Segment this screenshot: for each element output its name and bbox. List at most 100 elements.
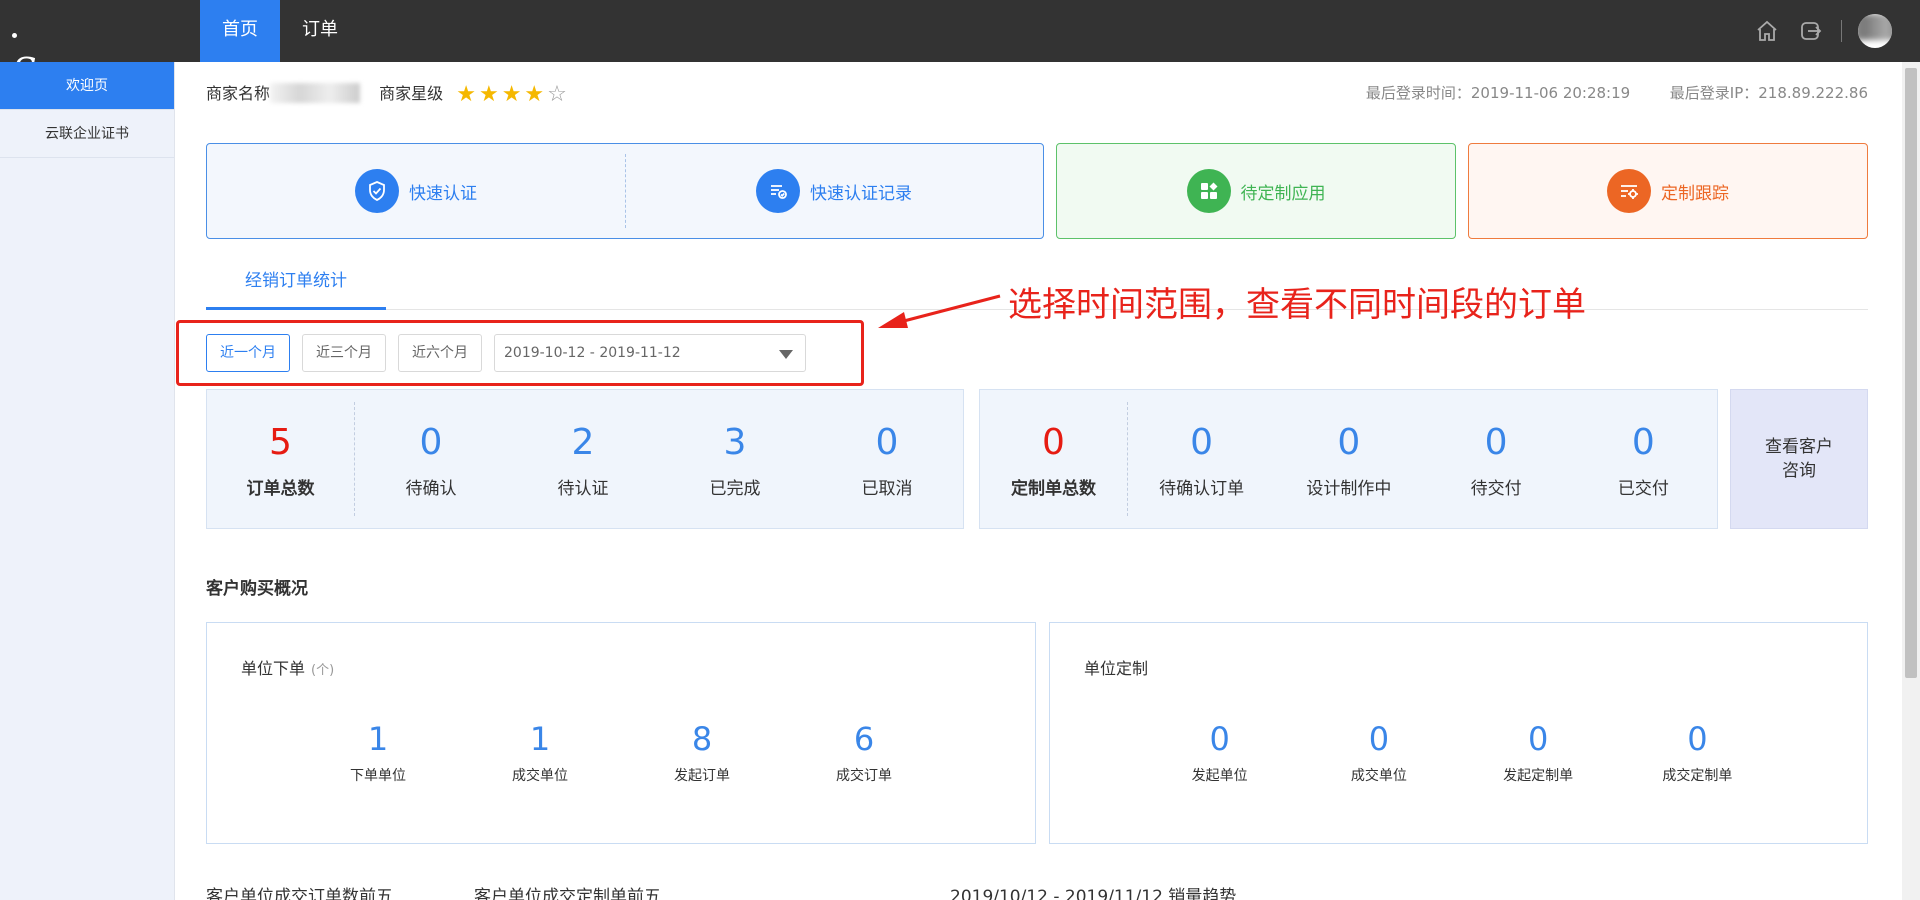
shield-check-icon [355, 169, 399, 213]
stat-value: 0 [419, 421, 443, 463]
stat-order-cancelled[interactable]: 0 已取消 [811, 390, 963, 528]
page-scrollbar[interactable] [1902, 62, 1920, 900]
view-customer-consult-button[interactable]: 查看客户咨询 [1730, 389, 1868, 529]
pstat-value: 0 [1368, 720, 1390, 758]
stat-custom-delivered[interactable]: 0 已交付 [1570, 390, 1717, 528]
pstat-label: 成交订单 [836, 768, 892, 784]
scrollbar-thumb[interactable] [1905, 68, 1917, 678]
quick-auth-record-button[interactable]: 快速认证记录 [625, 144, 1043, 238]
pstat-label: 发起单位 [1191, 768, 1248, 784]
pstat-deal-orders[interactable]: 6 成交订单 [783, 719, 945, 785]
filter-last-month-button[interactable]: 近一个月 [206, 334, 290, 372]
pstat-deal-units[interactable]: 1 成交单位 [459, 719, 621, 785]
unit-custom-title: 单位定制 [1084, 659, 1149, 678]
star-filled-icon: ★ [524, 82, 548, 107]
time-range-filters: 近一个月 近三个月 近六个月 2019-10-12 - 2019-11-12 [206, 334, 806, 372]
stat-label: 待认证 [557, 478, 609, 499]
date-range-value: 2019-10-12 - 2019-11-12 [504, 345, 681, 361]
star-empty-icon: ☆ [547, 82, 570, 107]
last-login-time-label: 最后登录时间： [1365, 84, 1471, 102]
pstat-initiated-units[interactable]: 0 发起单位 [1140, 719, 1299, 785]
sidebar: 欢迎页 云联企业证书 [0, 62, 175, 900]
tab-distribution-order-stats[interactable]: 经销订单统计 [206, 262, 386, 310]
stat-label: 设计制作中 [1306, 478, 1392, 499]
pstat-custom-deal-units[interactable]: 0 成交单位 [1299, 719, 1458, 785]
last-login-ip: 218.89.222.86 [1758, 84, 1868, 102]
home-icon[interactable] [1753, 17, 1781, 45]
pstat-label: 下单单位 [350, 768, 406, 784]
quick-auth-label: 快速认证 [409, 183, 477, 204]
merchant-name-label: 商家名称 [206, 84, 271, 103]
custom-tracking-card[interactable]: 定制跟踪 [1468, 143, 1868, 239]
pstat-value: 6 [853, 720, 875, 758]
custom-tracking-label: 定制跟踪 [1661, 183, 1729, 204]
top-separator [1841, 20, 1842, 42]
app-grid-icon [1186, 169, 1231, 213]
pstat-label: 成交单位 [512, 768, 568, 784]
stat-order-pending-auth[interactable]: 2 待认证 [507, 390, 659, 528]
nav-item-orders[interactable]: 订单 [280, 0, 360, 62]
pstat-initiated-orders[interactable]: 8 发起订单 [621, 719, 783, 785]
pstat-label: 发起订单 [674, 768, 730, 784]
star-filled-icon: ★ [456, 82, 479, 107]
stat-value: 0 [875, 421, 899, 463]
sidebar-item-certificate[interactable]: 云联企业证书 [0, 110, 174, 158]
top-bar: Seeyon 首页 订单 [0, 0, 1920, 93]
pending-custom-app-card[interactable]: 待定制应用 [1056, 143, 1456, 239]
sidebar-item-welcome[interactable]: 欢迎页 [0, 62, 174, 110]
merchant-star-label: 商家星级 [379, 84, 444, 103]
stat-order-pending-confirm[interactable]: 0 待确认 [355, 390, 507, 528]
stat-value: 0 [1631, 421, 1655, 463]
customer-section-title: 客户购买概况 [206, 579, 308, 599]
logout-icon[interactable] [1797, 17, 1825, 45]
stat-custom-total[interactable]: 0 定制单总数 [980, 402, 1128, 516]
seeyon-logo[interactable]: Seeyon [12, 10, 149, 93]
pstat-deal-custom-orders[interactable]: 0 成交定制单 [1618, 719, 1777, 785]
star-filled-icon: ★ [501, 82, 525, 107]
pstat-value: 0 [1209, 720, 1230, 758]
annotation-text: 选择时间范围，查看不同时间段的订单 [1008, 285, 1586, 325]
panel-title-text: 单位下单 [241, 659, 306, 678]
merchant-info-row: 商家名称 商家星级 ★★★★☆ 最后登录时间：2019-11-06 20:28:… [206, 80, 1868, 107]
merchant-name-redacted [270, 83, 361, 103]
nav-item-home[interactable]: 首页 [200, 0, 280, 62]
last-login-time: 2019-11-06 20:28:19 [1470, 84, 1631, 102]
pstat-value: 0 [1687, 720, 1708, 758]
quick-auth-card: 快速认证 快速认证记录 [206, 143, 1044, 239]
stat-label: 定制单总数 [1011, 478, 1096, 499]
pstat-initiated-custom-orders[interactable]: 0 发起定制单 [1459, 719, 1618, 785]
filter-last-six-months-button[interactable]: 近六个月 [398, 334, 482, 372]
order-stats-panel: 5 订单总数 0 待确认 2 待认证 3 已完成 0 已取消 [206, 389, 964, 529]
date-range-picker[interactable]: 2019-10-12 - 2019-11-12 [494, 334, 806, 372]
stat-custom-pending-delivery[interactable]: 0 待交付 [1423, 390, 1570, 528]
quick-auth-button[interactable]: 快速认证 [207, 144, 625, 238]
stat-value: 2 [571, 421, 595, 463]
tracking-icon [1607, 169, 1651, 213]
stat-label: 待交付 [1470, 478, 1522, 499]
merchant-rating-stars: ★★★★☆ [456, 82, 570, 107]
last-login-ip-label: 最后登录IP： [1669, 84, 1759, 102]
stat-label: 已取消 [861, 478, 913, 499]
stat-value: 3 [723, 421, 747, 463]
stat-label: 待确认订单 [1159, 478, 1245, 499]
top-nav: 首页 订单 [200, 0, 360, 62]
pstat-value: 8 [691, 720, 713, 758]
user-avatar[interactable] [1858, 14, 1892, 48]
unit-orders-title: 单位下单 (个) [241, 655, 334, 679]
stat-order-total[interactable]: 5 订单总数 [207, 402, 355, 516]
stat-custom-pending-confirm[interactable]: 0 待确认订单 [1128, 390, 1275, 528]
star-filled-icon: ★ [478, 82, 502, 107]
sales-trend-heading: 2019/10/12 - 2019/11/12 销量趋势 [950, 887, 1237, 900]
filter-last-three-months-button[interactable]: 近三个月 [302, 334, 386, 372]
pstat-label: 发起定制单 [1503, 768, 1574, 784]
top-right-icons [1753, 14, 1892, 48]
pstat-label: 成交定制单 [1662, 768, 1733, 784]
top5-custom-heading: 客户单位成交定制单前五 [474, 887, 661, 900]
stat-order-completed[interactable]: 3 已完成 [659, 390, 811, 528]
pstat-order-units[interactable]: 1 下单单位 [297, 719, 459, 785]
caret-down-icon [779, 350, 793, 359]
stat-value: 0 [1042, 421, 1065, 463]
login-info: 最后登录时间：2019-11-06 20:28:19 最后登录IP：218.89… [1362, 82, 1868, 103]
stat-value: 0 [1484, 421, 1508, 463]
stat-custom-in-design[interactable]: 0 设计制作中 [1275, 390, 1422, 528]
